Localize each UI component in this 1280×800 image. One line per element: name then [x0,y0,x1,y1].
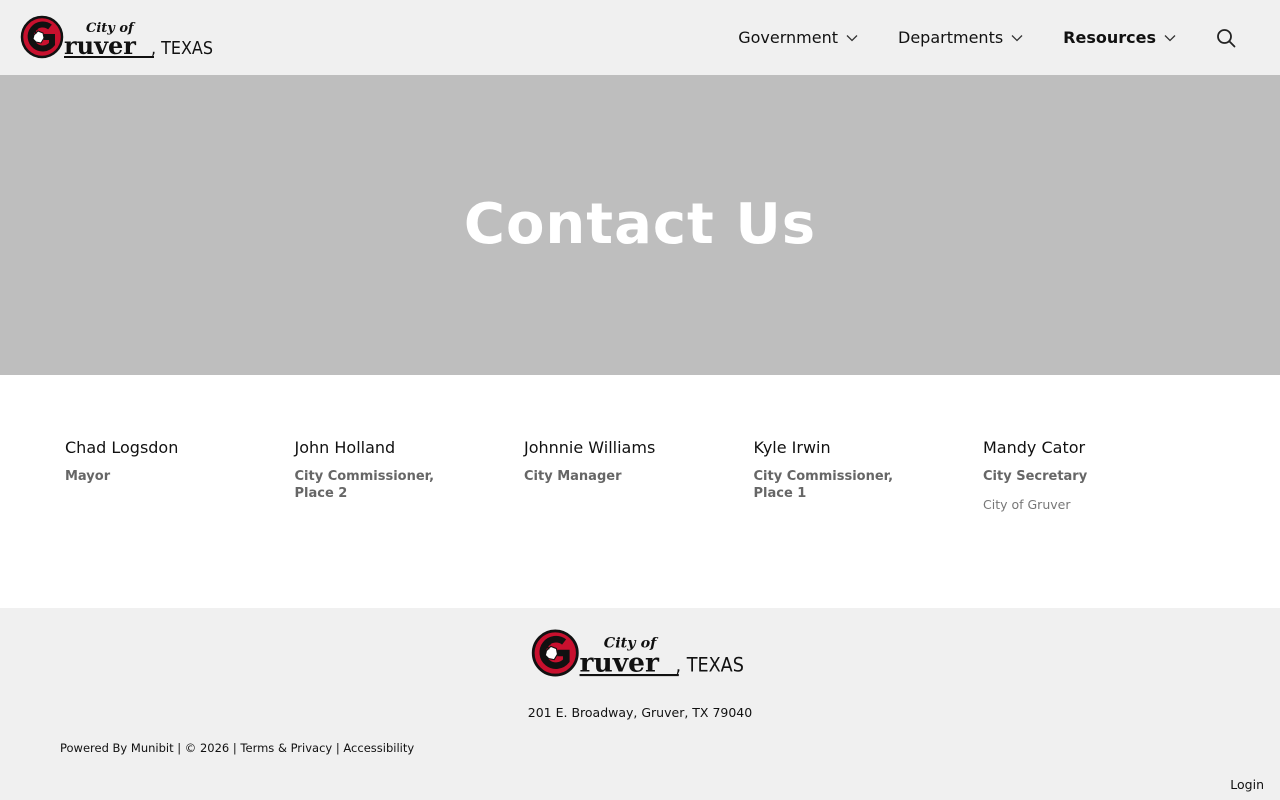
contact-card: Kyle Irwin City Commissioner, Place 1 [754,438,984,512]
chevron-down-icon [846,34,858,42]
nav-resources[interactable]: Resources [1063,28,1176,47]
page-title: Contact Us [463,191,817,257]
svg-text:, TEXAS: , TEXAS [676,654,744,677]
main-nav: Government Departments Resources [738,0,1280,75]
svg-text:, TEXAS: , TEXAS [151,38,213,59]
accessibility-link[interactable]: Accessibility [343,741,414,755]
contact-title: City Manager [524,469,622,484]
nav-government[interactable]: Government [738,28,858,47]
footer-city-logo[interactable]: City of ruver , TEXAS [531,627,745,679]
city-address: 201 E. Broadway, Gruver, TX 79040 [527,705,753,720]
contact-name[interactable]: Kyle Irwin [754,438,926,458]
search-icon[interactable] [1216,28,1236,48]
contact-card: Chad Logsdon Mayor [65,438,295,512]
contact-name[interactable]: Chad Logsdon [65,438,237,458]
copyright-text: © 2026 [184,741,230,755]
contact-name[interactable]: Mandy Cator [983,438,1155,458]
contact-card: John Holland City Commissioner, Place 2 [295,438,525,512]
contact-title: City Secretary [983,469,1088,484]
contact-organization: City of Gruver [983,497,1071,512]
contact-name[interactable]: John Holland [295,438,467,458]
login-link[interactable]: Login [1230,777,1264,792]
contact-list: Chad Logsdon Mayor John Holland City Com… [65,438,1225,512]
svg-text:ruver: ruver [64,31,136,60]
hero-banner: Contact Us [0,75,1280,375]
contact-card: Johnnie Williams City Manager [524,438,754,512]
contact-card: Mandy Cator City Secretary City of Gruve… [983,438,1213,512]
site-header: City of ruver , TEXAS Government Departm… [0,0,1280,75]
footer-links: Powered By Munibit | © 2026 | Terms & Pr… [60,741,414,755]
contact-title: City Commissioner, Place 1 [753,469,894,501]
powered-by-link[interactable]: Powered By Munibit [60,741,174,755]
nav-label: Resources [1063,28,1156,47]
chevron-down-icon [1011,34,1023,42]
chevron-down-icon [1164,34,1176,42]
contact-title: Mayor [65,469,111,484]
separator: | [177,741,185,755]
nav-departments[interactable]: Departments [898,28,1023,47]
terms-privacy-link[interactable]: Terms & Privacy [240,741,332,755]
nav-label: Departments [898,28,1004,47]
nav-label: Government [738,28,839,47]
city-logo[interactable]: City of ruver , TEXAS [20,14,214,60]
contact-name[interactable]: Johnnie Williams [524,438,696,458]
contact-title: City Commissioner, Place 2 [294,469,435,501]
